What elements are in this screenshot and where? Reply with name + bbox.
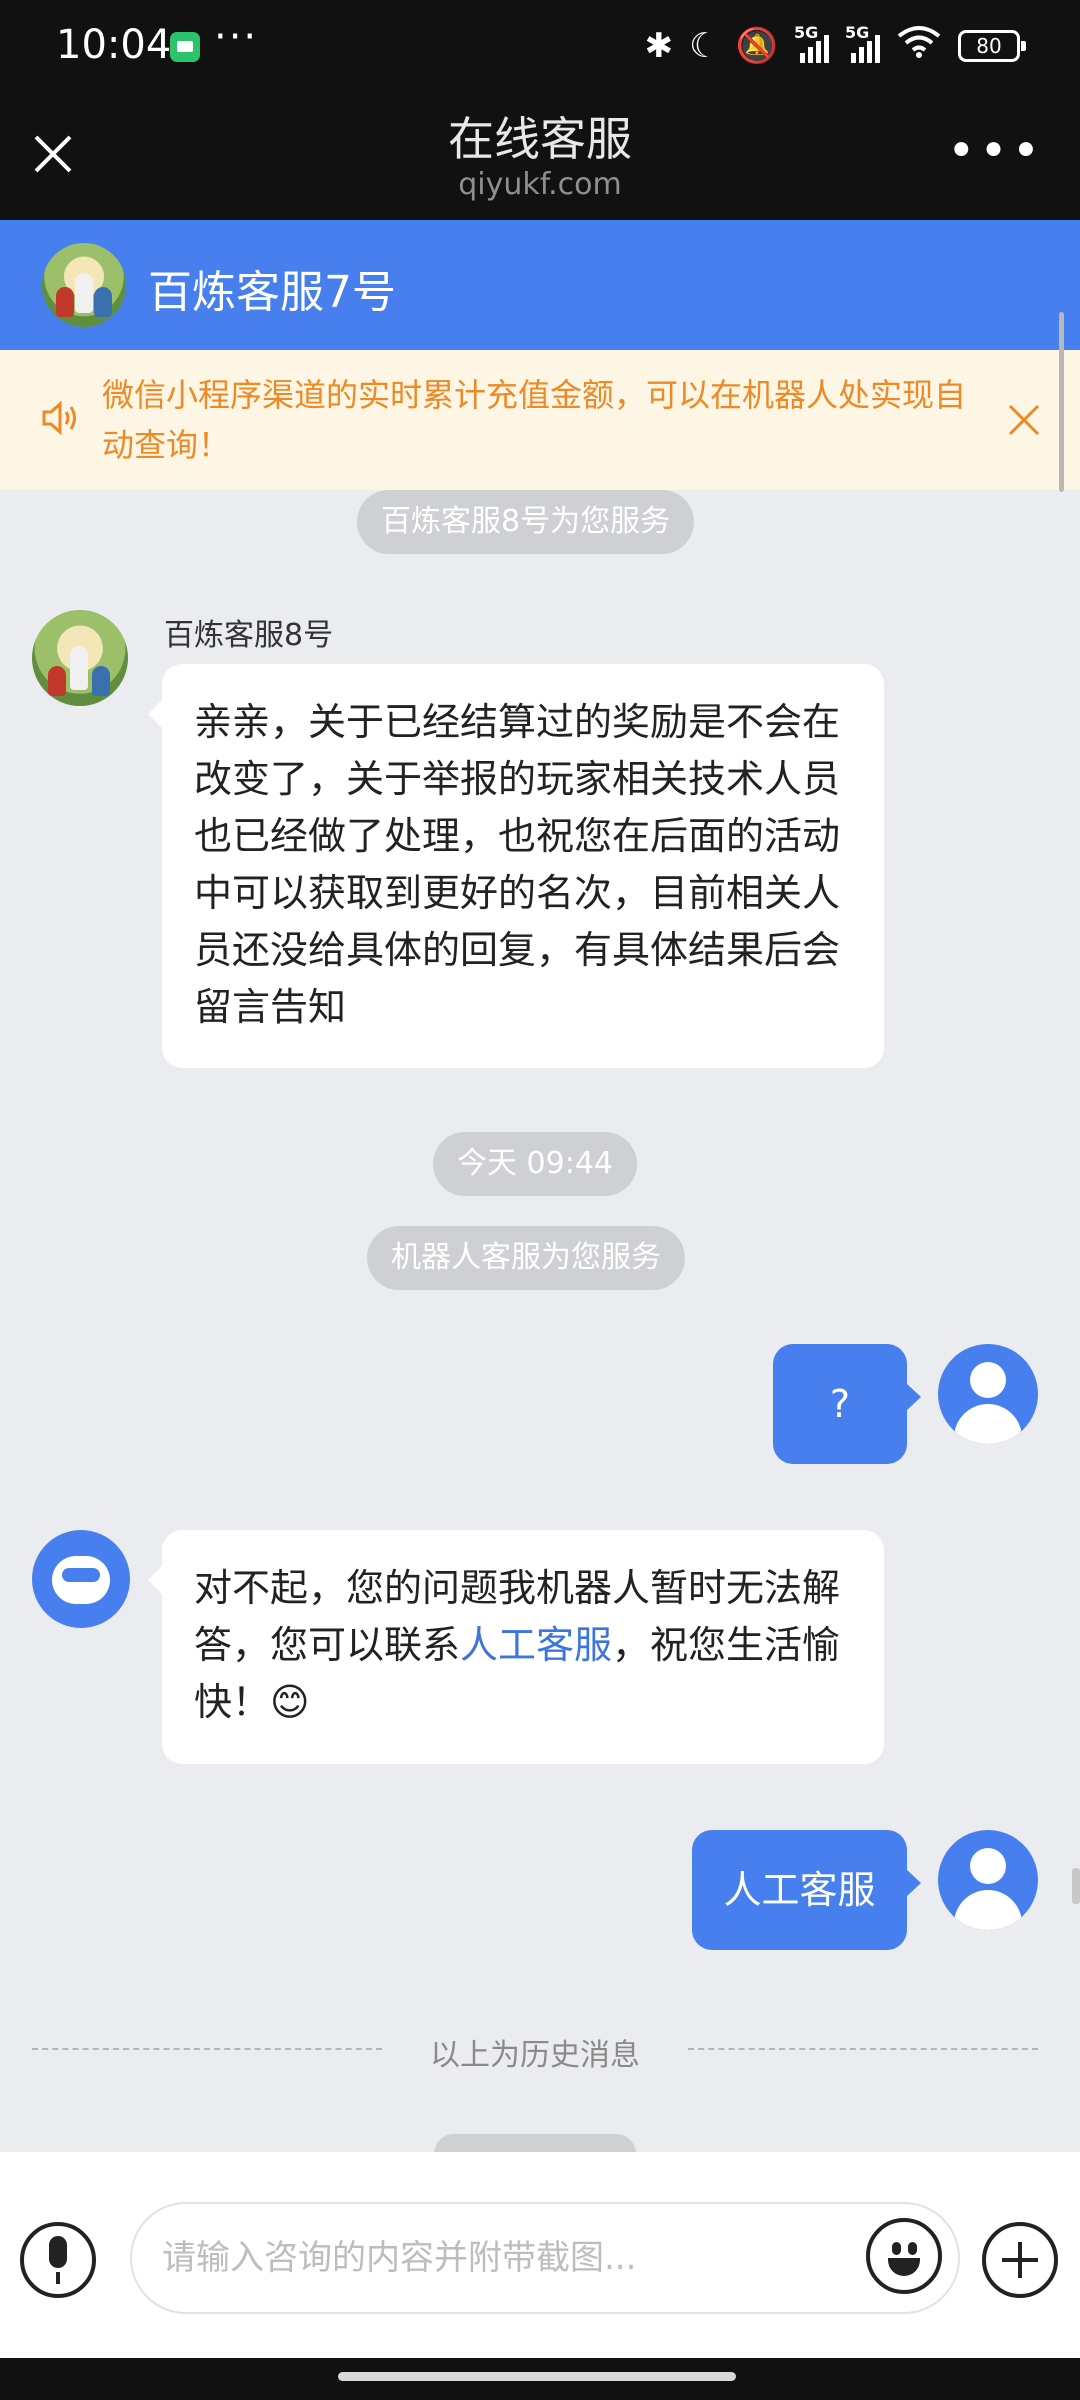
service-pill: 百炼客服8号为您服务: [357, 490, 695, 554]
network-type-label: 5G: [794, 22, 819, 42]
notice-text: 微信小程序渠道的实时累计充值金额，可以在机器人处实现自动查询！: [102, 376, 967, 464]
agent-header: 百炼客服7号: [0, 220, 1080, 350]
timestamp-pill: 今天 09:44: [433, 1132, 637, 1196]
page-title: 在线客服: [448, 112, 632, 166]
muted-bell-icon: 🔕: [735, 25, 778, 66]
system-nav-bar: [0, 2358, 1080, 2400]
status-bar: 10:04 ··· ✱ ☾ 🔕 5G 5G 80: [0, 0, 1080, 95]
title-bar: 在线客服 qiyukf.com •••: [0, 95, 1080, 220]
agent-name: 百炼客服7号: [148, 267, 396, 318]
user-avatar-2: [938, 1830, 1038, 1930]
more-notifications-icon: ···: [214, 14, 259, 60]
bot-message-bubble: 对不起，您的问题我机器人暂时无法解答，您可以联系人工客服，祝您生活愉快！😊: [148, 1530, 884, 1764]
agent-message-bubble: 亲亲，关于已经结算过的奖励是不会在改变了，关于举报的玩家相关技术人员也已经做了处…: [148, 664, 884, 1068]
robot-avatar: [32, 1530, 130, 1628]
signal-icon-2: 5G: [845, 23, 880, 63]
status-time: 10:04: [56, 22, 172, 68]
more-options-icon[interactable]: •••: [947, 127, 1044, 175]
history-divider-text: 以上为历史消息: [416, 2038, 654, 2073]
voice-input-icon[interactable]: [20, 2222, 96, 2298]
agent-message-avatar: [32, 610, 128, 706]
wifi-icon: [896, 24, 942, 67]
agent-avatar: [42, 243, 126, 327]
user-message-bubble: ?: [773, 1344, 921, 1464]
page-subtitle-domain: qiyukf.com: [458, 167, 622, 202]
history-divider: 以上为历史消息: [32, 2030, 1038, 2073]
chat-app-icon: [170, 32, 200, 62]
input-bar: 请输入咨询的内容并附带截图...: [0, 2152, 1080, 2358]
human-service-link[interactable]: 人工客服: [460, 1623, 612, 1667]
user-message-bubble-2: 人工客服: [692, 1830, 921, 1950]
bluetooth-icon: ✱: [644, 25, 674, 66]
scrollbar[interactable]: [1059, 312, 1064, 492]
scroll-indicator: [1072, 1868, 1080, 1904]
status-icons: ✱ ☾ 🔕 5G 5G 80: [644, 23, 1026, 67]
emoji-icon[interactable]: [866, 2218, 942, 2294]
service-pill-robot: 机器人客服为您服务: [367, 1226, 685, 1290]
message-input[interactable]: 请输入咨询的内容并附带截图...: [130, 2202, 960, 2314]
home-gesture-bar[interactable]: [338, 2372, 736, 2381]
signal-icon: 5G: [794, 23, 829, 63]
add-attachment-icon[interactable]: [982, 2222, 1058, 2298]
notice-banner: 微信小程序渠道的实时累计充值金额，可以在机器人处实现自动查询！: [0, 350, 1080, 490]
user-avatar: [938, 1344, 1038, 1444]
close-notice-icon[interactable]: [1004, 400, 1044, 440]
network-type-label-2: 5G: [845, 22, 870, 42]
speaker-icon: [42, 400, 76, 436]
message-sender-name: 百炼客服8号: [164, 618, 334, 653]
battery-icon: 80: [958, 29, 1026, 62]
do-not-disturb-moon-icon: ☾: [689, 25, 720, 66]
